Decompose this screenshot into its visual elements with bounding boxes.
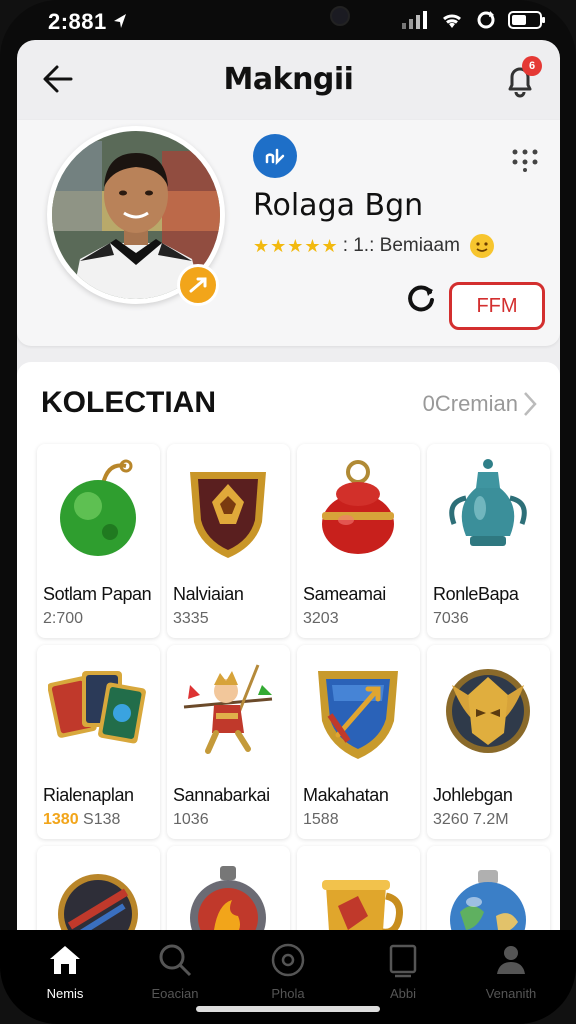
collection-item[interactable]: Sannabarkai 1036 <box>167 645 290 839</box>
tab-profile[interactable]: Venanith <box>456 942 566 1012</box>
signal-icon <box>402 11 427 29</box>
square-icon <box>389 944 417 978</box>
item-value: 2:700 <box>43 610 84 627</box>
shield-emblem-icon <box>190 472 266 558</box>
collection-item[interactable] <box>427 846 550 930</box>
green-orb-icon <box>60 459 136 556</box>
fire-medallion-icon <box>190 866 266 930</box>
collection-item[interactable]: RonleBapa 7036 <box>427 444 550 638</box>
item-name: Sotlam Papan <box>43 584 152 604</box>
app-logo-icon <box>253 134 297 178</box>
collection-item[interactable]: Makahatan 1588 <box>297 645 420 839</box>
location-arrow-icon <box>114 14 126 28</box>
item-name: Nalviaian <box>173 584 244 604</box>
collection-item[interactable]: Sotlam Papan 2:700 <box>37 444 160 638</box>
verified-badge <box>177 264 219 306</box>
chevron-right-icon <box>524 392 537 416</box>
section-title: KOLECTIAN <box>41 386 216 419</box>
notifications-button[interactable]: 6 <box>500 56 542 100</box>
see-all-link[interactable]: 0Cremian <box>423 390 538 418</box>
warrior-figure-icon <box>183 664 273 754</box>
item-value: 3260 7.2M <box>433 811 509 828</box>
collection-item[interactable]: Johlebgan 3260 7.2M <box>427 645 550 839</box>
item-name: Sameamai <box>303 584 386 604</box>
notification-badge: 6 <box>522 56 542 76</box>
top-bar: Makngii 6 <box>17 40 560 120</box>
item-name: Johlebgan <box>433 785 513 805</box>
globe-vase-icon <box>450 870 526 930</box>
collection-item[interactable] <box>167 846 290 930</box>
status-time: 2:881 <box>48 9 107 34</box>
phone-frame: 2:881 Makngii 6 Rolaga Bgn ★★★★★: 1.: B… <box>0 0 576 1024</box>
front-camera <box>330 6 350 26</box>
tab-search[interactable]: Eoacian <box>120 942 230 1012</box>
battery-icon <box>508 11 545 29</box>
collection-section: KOLECTIAN 0Cremian Sotlam Papan 2:700 Na… <box>17 362 560 930</box>
home-indicator[interactable] <box>196 1006 380 1012</box>
collection-item[interactable]: Nalviaian 3335 <box>167 444 290 638</box>
teal-jug-icon <box>449 459 527 546</box>
item-name: RonleBapa <box>433 584 519 604</box>
profile-rating: ★★★★★ : 1.: Bemiaam <box>253 234 494 258</box>
tab-label: Eoacian <box>151 986 199 1001</box>
tab-home[interactable]: Nemis <box>10 942 120 1012</box>
tab-label: Venanith <box>485 986 537 1001</box>
collection-item[interactable] <box>37 846 160 930</box>
wifi-icon <box>443 14 461 28</box>
item-name: Makahatan <box>303 785 389 805</box>
status-bar: 2:881 <box>0 0 576 40</box>
collection-grid: Sotlam Papan 2:700 Nalviaian 3335 Sameam… <box>37 444 550 930</box>
sync-icon <box>477 11 495 29</box>
search-icon <box>159 944 192 977</box>
status-icons <box>402 10 546 30</box>
smile-emoji-icon <box>469 234 494 258</box>
refresh-icon[interactable] <box>403 280 439 316</box>
more-options-icon[interactable] <box>510 144 540 174</box>
profile-name: Rolaga Bgn <box>253 188 424 223</box>
tab-label: Phola <box>271 986 305 1001</box>
rating-text: : 1.: Bemiaam <box>342 235 460 256</box>
golden-helmet-icon <box>446 669 530 753</box>
tab-label: Nemis <box>46 986 84 1001</box>
red-pot-icon <box>322 460 394 554</box>
tab-label: Abbi <box>389 986 417 1001</box>
item-name: Sannabarkai <box>173 785 270 805</box>
item-value: 1588 <box>303 811 339 828</box>
collection-item[interactable]: Sameamai 3203 <box>297 444 420 638</box>
follow-button[interactable]: FFM <box>449 282 545 330</box>
item-value-highlight: 1380 <box>43 811 79 828</box>
item-value: 1380 S138 <box>43 811 121 828</box>
record-icon <box>271 943 305 977</box>
profile-card: Rolaga Bgn ★★★★★ : 1.: Bemiaam FFM <box>17 120 560 346</box>
item-value: 1036 <box>173 811 209 828</box>
item-value: 3203 <box>303 610 339 627</box>
check-icon <box>189 277 207 293</box>
see-all-label: 0Cremian <box>422 391 518 416</box>
cards-icon <box>48 671 146 744</box>
home-icon <box>50 946 80 974</box>
item-value: 7036 <box>433 610 469 627</box>
tab-record[interactable]: Phola <box>233 942 343 1012</box>
page-title: Makngii <box>223 62 354 97</box>
gold-goblet-icon <box>322 880 403 930</box>
tab-square[interactable]: Abbi <box>348 942 458 1012</box>
dark-shield-icon <box>58 874 138 930</box>
collection-item[interactable] <box>297 846 420 930</box>
item-value: 3335 <box>173 610 209 627</box>
blue-shield-icon <box>318 671 398 759</box>
app-screen: Makngii 6 Rolaga Bgn ★★★★★: 1.: Bemiaam… <box>17 40 560 930</box>
rating-stars: ★★★★★ <box>253 235 339 256</box>
collection-item[interactable]: Rialenaplan 1380 S138 <box>37 645 160 839</box>
item-name: Rialenaplan <box>43 785 134 805</box>
user-icon <box>497 946 525 974</box>
